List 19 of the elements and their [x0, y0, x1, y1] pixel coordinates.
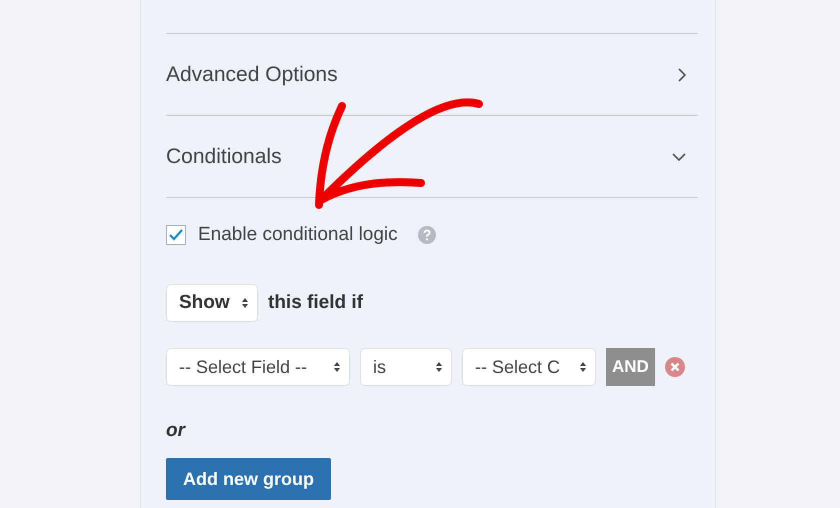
sort-arrows-icon: [435, 361, 443, 373]
sort-arrows-icon: [579, 361, 587, 373]
chevron-down-icon[interactable]: [672, 152, 686, 160]
sort-arrows-icon: [333, 361, 341, 373]
or-label: or: [166, 420, 187, 442]
checkbox-label: Enable conditional logic: [198, 224, 398, 246]
help-icon[interactable]: [418, 226, 436, 244]
section-header[interactable]: Conditionals: [166, 115, 698, 198]
field-select[interactable]: -- Select Field --: [166, 348, 350, 386]
remove-icon[interactable]: [664, 357, 685, 377]
section-header[interactable]: Advanced Options: [166, 33, 698, 115]
checkbox[interactable]: [166, 225, 186, 245]
chevron-right-icon[interactable]: [678, 68, 686, 82]
condition-text: this field if: [268, 292, 363, 314]
sort-arrows-icon: [241, 297, 249, 309]
value-select[interactable]: -- Select C: [462, 348, 596, 386]
action-select[interactable]: Show: [166, 284, 258, 322]
operator-select[interactable]: is: [360, 348, 452, 386]
add-group-button[interactable]: Add new group: [166, 458, 331, 500]
